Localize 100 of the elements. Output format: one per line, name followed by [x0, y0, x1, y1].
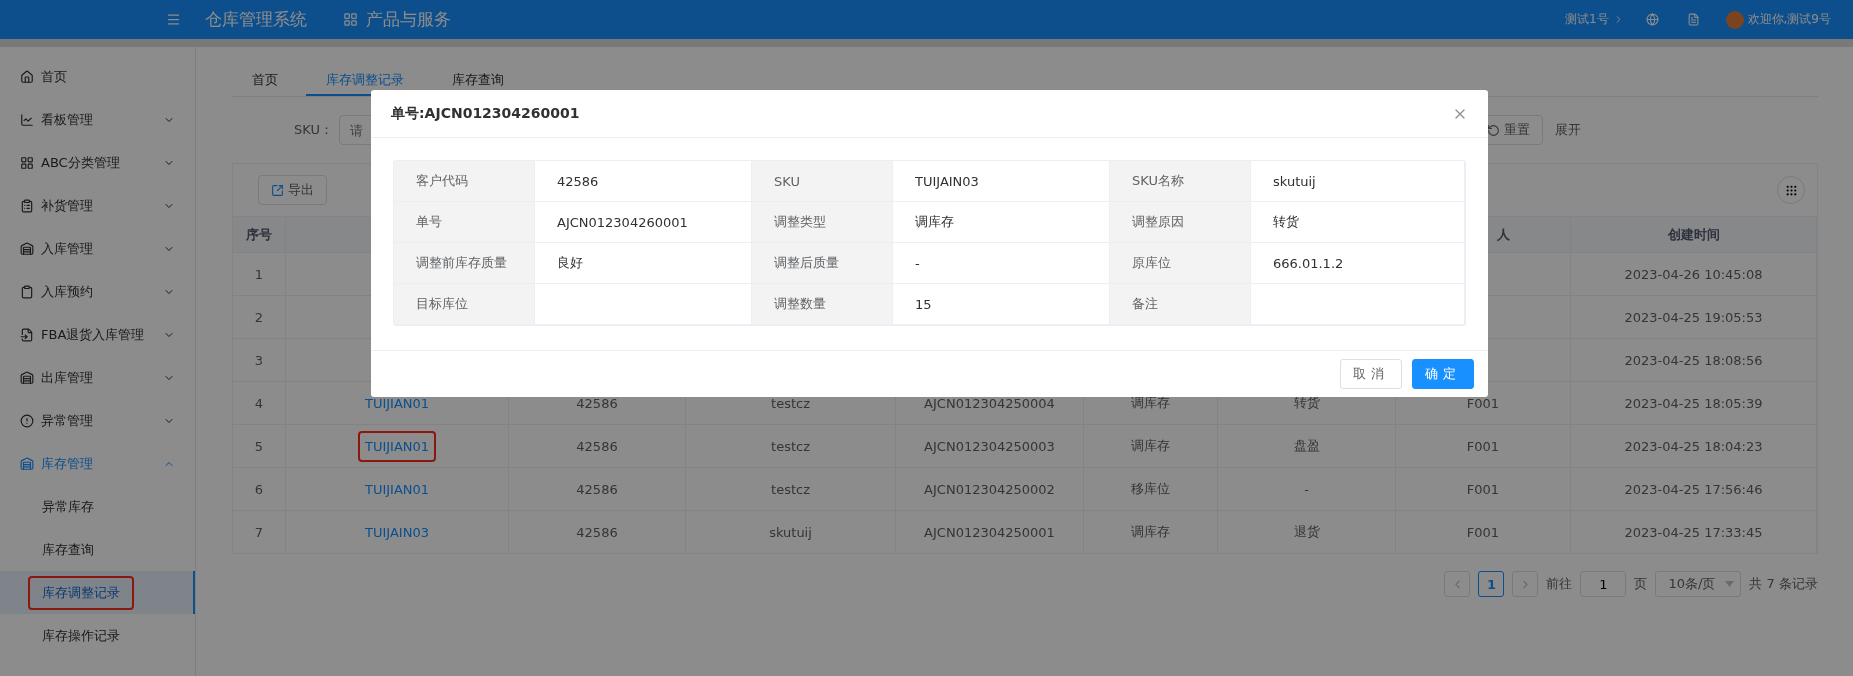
menu-item[interactable]: FBA退货入库管理 — [0, 313, 195, 356]
table-cell: testcz — [771, 481, 810, 497]
caret-icon — [1725, 581, 1735, 587]
menu-item[interactable]: 首页 — [0, 55, 195, 98]
table-cell: 42586 — [576, 438, 618, 454]
document-icon — [20, 327, 34, 342]
field-label: SKU： — [294, 121, 333, 139]
table-cell: testcz — [771, 438, 810, 454]
expand-link[interactable]: 展开 — [1554, 121, 1581, 139]
confirm-button[interactable]: 确定 — [1412, 359, 1474, 389]
menu-item[interactable]: 入库管理 — [0, 227, 195, 270]
alert-icon — [20, 413, 34, 428]
table-cell: 42586 — [576, 524, 618, 540]
table-cell: 6 — [254, 481, 264, 497]
menu-item[interactable]: 出库管理 — [0, 356, 195, 399]
table-cell: 调库存 — [1131, 394, 1170, 412]
detail-label: 调整前库存质量 — [394, 243, 535, 284]
export-button[interactable]: 导出 — [258, 175, 327, 205]
table-cell: 退货 — [1293, 523, 1320, 541]
column-header: 序号 — [246, 225, 272, 244]
table-cell: - — [1304, 481, 1309, 497]
table-cell: F001 — [1466, 481, 1500, 497]
globe-icon[interactable] — [1645, 13, 1659, 26]
table-cell: AJCN012304250004 — [924, 395, 1055, 411]
detail-label: 调整类型 — [752, 202, 893, 243]
menu-item[interactable]: 异常管理 — [0, 399, 195, 442]
table-cell: 2023-04-25 17:56:46 — [1624, 481, 1763, 497]
table-cell: 转货 — [1293, 394, 1320, 412]
document-icon[interactable] — [1686, 13, 1700, 26]
table-cell: 2 — [254, 309, 264, 325]
page-unit: 页 — [1634, 575, 1648, 593]
home-icon — [20, 69, 34, 84]
page-size-select[interactable]: 10条/页 — [1655, 571, 1742, 597]
submenu-item[interactable]: 库存查询 — [28, 532, 108, 567]
welcome-text: 欢迎你,测试9号 — [1747, 11, 1831, 28]
warehouse-icon — [20, 370, 34, 385]
columns-button[interactable] — [1777, 176, 1805, 204]
submenu-item[interactable]: 库存操作记录 — [28, 618, 134, 653]
page-input[interactable]: 1 — [1580, 571, 1627, 597]
table-cell: AJCN012304250003 — [924, 438, 1055, 454]
table-cell: AJCN012304250002 — [924, 481, 1055, 497]
warehouse-icon — [20, 241, 34, 256]
detail-label: 调整原因 — [1110, 202, 1251, 243]
detail-value: 666.01.1.2 — [1251, 243, 1465, 284]
menu-icon[interactable] — [166, 12, 181, 27]
detail-value: 转货 — [1251, 202, 1465, 243]
clipboard-icon — [20, 284, 34, 299]
table-cell: 调库存 — [1131, 437, 1170, 455]
dialog-title: 单号:AJCN012304260001 — [391, 104, 580, 123]
next-page-button[interactable] — [1512, 571, 1539, 597]
detail-value: skutuij — [1251, 161, 1465, 202]
table-cell: testcz — [771, 395, 810, 411]
detail-label: SKU名称 — [1110, 161, 1251, 202]
detail-label: 备注 — [1110, 284, 1251, 325]
total-count: 共 7 条记录 — [1749, 575, 1818, 593]
table-cell: 4 — [254, 395, 264, 411]
table-cell: 调库存 — [1131, 523, 1170, 541]
column-header: 创建时间 — [1667, 225, 1720, 244]
grid-icon — [1784, 183, 1798, 197]
goto-label: 前往 — [1546, 575, 1573, 593]
detail-label: 目标库位 — [394, 284, 535, 325]
table-cell: 2023-04-25 17:33:45 — [1624, 524, 1763, 540]
table-cell: 5 — [254, 438, 264, 454]
column-header: 人 — [1496, 225, 1510, 244]
org-name: 测试1号 — [1564, 11, 1609, 28]
reset-icon — [1486, 123, 1500, 137]
table-cell: 3 — [254, 352, 264, 368]
detail-label: 单号 — [394, 202, 535, 243]
table-cell: 2023-04-25 19:05:53 — [1624, 309, 1763, 325]
detail-label: 调整数量 — [752, 284, 893, 325]
tab[interactable]: 首页 — [232, 65, 298, 96]
table-cell: AJCN012304250001 — [924, 524, 1055, 540]
table-cell: F001 — [1466, 524, 1500, 540]
list-icon — [20, 198, 34, 213]
table-cell: 2023-04-25 18:05:39 — [1624, 395, 1763, 411]
table-cell: 42586 — [576, 481, 618, 497]
detail-label: 调整后质量 — [752, 243, 893, 284]
submenu-item[interactable]: 库存调整记录 — [28, 575, 134, 610]
prev-page-button[interactable] — [1444, 571, 1471, 597]
table-cell: skutuij — [769, 524, 812, 540]
submenu-item[interactable]: 异常库存 — [28, 489, 108, 524]
export-icon — [271, 183, 284, 197]
menu-item[interactable]: 补货管理 — [0, 184, 195, 227]
chart-icon — [20, 112, 34, 127]
table-cell: 盘盈 — [1293, 437, 1320, 455]
grid-icon — [20, 155, 34, 170]
menu-item[interactable]: ABC分类管理 — [0, 141, 195, 184]
warehouse-icon — [20, 456, 34, 471]
table-cell: 42586 — [576, 395, 618, 411]
menu-item[interactable]: 看板管理 — [0, 98, 195, 141]
table-cell: 2023-04-25 18:04:23 — [1624, 438, 1763, 454]
menu-item[interactable]: 入库预约 — [0, 270, 195, 313]
table-cell: 2023-04-26 10:45:08 — [1624, 266, 1763, 282]
table-cell: 1 — [254, 266, 264, 282]
table-cell: 2023-04-25 18:08:56 — [1624, 352, 1763, 368]
cancel-button[interactable]: 取消 — [1340, 359, 1402, 389]
detail-label: SKU — [752, 161, 893, 202]
app-title: 仓库管理系统 — [205, 8, 307, 31]
detail-label: 原库位 — [1110, 243, 1251, 284]
grid-icon[interactable] — [343, 12, 358, 27]
